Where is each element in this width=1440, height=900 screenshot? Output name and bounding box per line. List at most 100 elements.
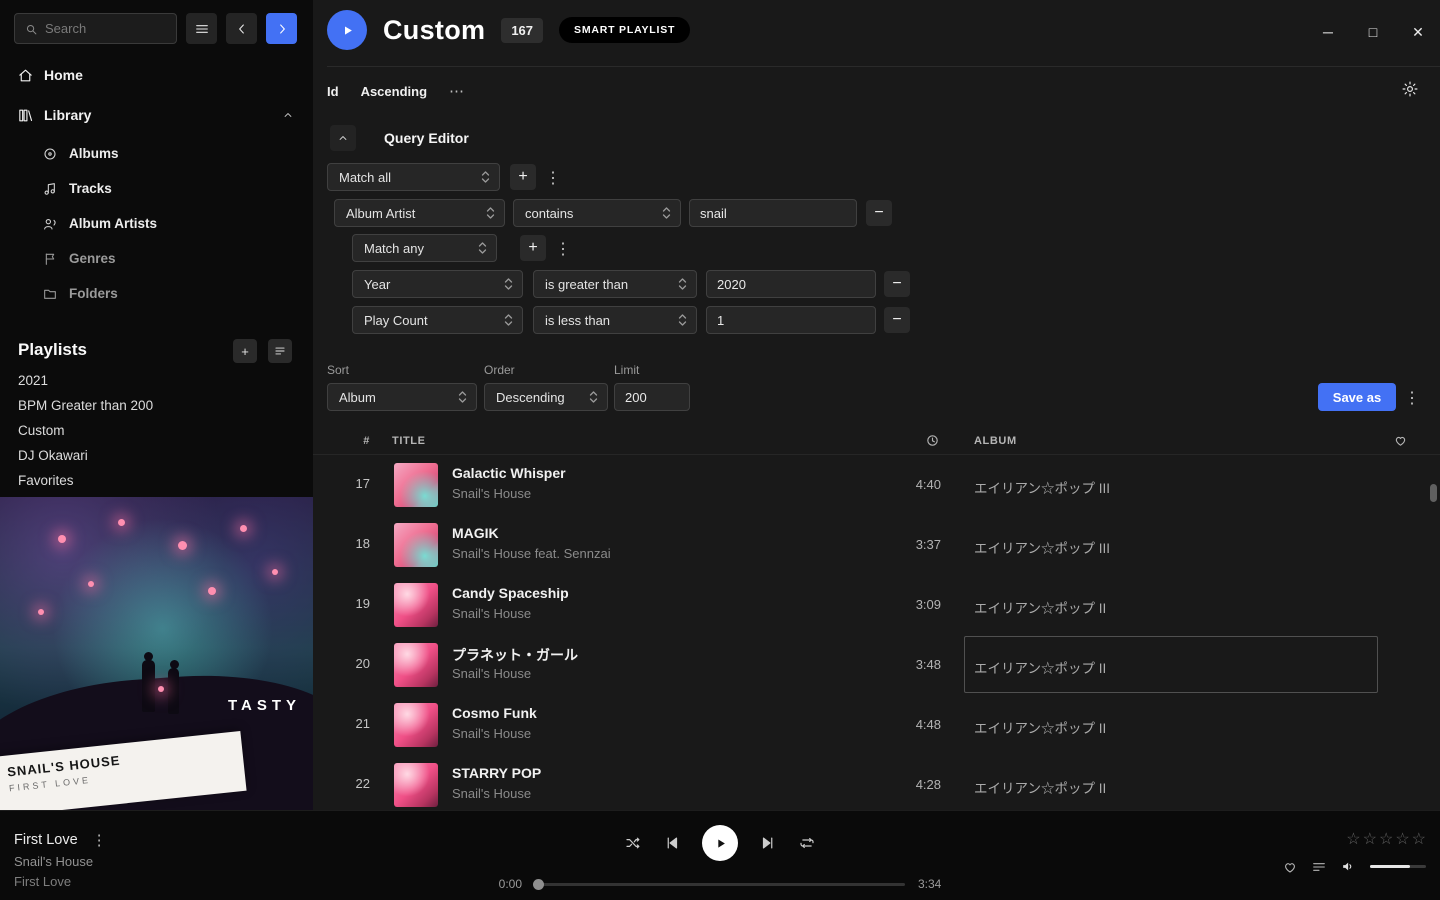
- track-album[interactable]: エイリアン☆ポップ III: [974, 537, 1110, 557]
- group-options-icon[interactable]: ⋮: [555, 239, 571, 259]
- volume-slider[interactable]: [1370, 865, 1426, 868]
- track-artist[interactable]: Snail's House: [452, 726, 531, 741]
- table-row[interactable]: 18 MAGIK Snail's House feat. Sennzai 3:3…: [313, 515, 1440, 575]
- track-album[interactable]: エイリアン☆ポップ III: [974, 477, 1110, 497]
- shuffle-button[interactable]: [624, 834, 642, 852]
- now-playing-title[interactable]: First Love: [14, 832, 78, 848]
- rule-operator-select[interactable]: is greater than: [533, 270, 697, 298]
- save-as-button[interactable]: Save as: [1318, 383, 1396, 411]
- minimize-button[interactable]: ─: [1314, 18, 1342, 46]
- track-album[interactable]: エイリアン☆ポップ II: [974, 777, 1106, 797]
- match-all-select[interactable]: Match all: [327, 163, 500, 191]
- track-artist[interactable]: Snail's House feat. Sennzai: [452, 546, 611, 561]
- sort-select[interactable]: Album: [327, 383, 477, 411]
- next-button[interactable]: [759, 834, 777, 852]
- table-row[interactable]: 19 Candy Spaceship Snail's House 3:09 エイ…: [313, 575, 1440, 635]
- seek-bar[interactable]: [535, 883, 905, 886]
- track-artist[interactable]: Snail's House: [452, 486, 531, 501]
- rule-value-input[interactable]: [706, 270, 876, 298]
- track-album[interactable]: エイリアン☆ポップ II: [974, 597, 1106, 617]
- table-row[interactable]: 21 Cosmo Funk Snail's House 4:48 エイリアン☆ポ…: [313, 695, 1440, 755]
- search-input[interactable]: [15, 14, 176, 43]
- settings-gear-icon[interactable]: [1401, 80, 1419, 98]
- seek-handle[interactable]: [533, 879, 544, 890]
- track-title[interactable]: プラネット・ガール: [452, 645, 578, 665]
- track-album[interactable]: エイリアン☆ポップ II: [974, 657, 1106, 677]
- sort-field-button[interactable]: Id: [327, 84, 339, 99]
- forward-button[interactable]: [266, 13, 297, 44]
- remove-rule-button[interactable]: −: [884, 307, 910, 333]
- track-artist[interactable]: Snail's House: [452, 606, 531, 621]
- play-playlist-button[interactable]: [327, 10, 367, 50]
- title-column-header[interactable]: TITLE: [392, 435, 426, 447]
- group-options-icon[interactable]: ⋮: [545, 168, 561, 188]
- limit-input[interactable]: [614, 383, 690, 411]
- rule-operator-select[interactable]: contains: [513, 199, 681, 227]
- add-playlist-button[interactable]: +: [233, 339, 257, 363]
- play-pause-button[interactable]: [702, 825, 738, 861]
- table-row[interactable]: 20 プラネット・ガール Snail's House 3:48 エイリアン☆ポッ…: [313, 635, 1440, 695]
- track-title[interactable]: Cosmo Funk: [452, 705, 537, 721]
- menu-button[interactable]: [186, 13, 217, 44]
- star-icon[interactable]: ☆: [1412, 829, 1426, 849]
- track-title[interactable]: Candy Spaceship: [452, 585, 569, 601]
- track-title[interactable]: Galactic Whisper: [452, 465, 566, 481]
- rule-field-select[interactable]: Play Count: [352, 306, 523, 334]
- add-rule-button[interactable]: +: [520, 235, 546, 261]
- track-artist[interactable]: Snail's House: [452, 786, 531, 801]
- sidebar-item-folders[interactable]: Folders: [0, 276, 313, 311]
- previous-button[interactable]: [663, 834, 681, 852]
- playlist-item[interactable]: 2021: [0, 368, 313, 393]
- rule-value-input[interactable]: [689, 199, 857, 227]
- index-column-header[interactable]: #: [313, 435, 370, 447]
- playlist-item[interactable]: Favorites: [0, 468, 313, 493]
- star-icon[interactable]: ☆: [1363, 829, 1377, 849]
- back-button[interactable]: [226, 13, 257, 44]
- track-artist[interactable]: Snail's House: [452, 666, 531, 681]
- favorite-column-icon[interactable]: [1393, 433, 1408, 448]
- sort-direction-button[interactable]: Ascending: [361, 84, 427, 99]
- star-icon[interactable]: ☆: [1395, 829, 1409, 849]
- sidebar-item-library[interactable]: Library: [0, 100, 313, 130]
- more-options-icon[interactable]: ⋯: [449, 82, 464, 100]
- duration-column-icon[interactable]: [925, 433, 940, 448]
- scrollbar-thumb[interactable]: [1430, 484, 1437, 502]
- remove-rule-button[interactable]: −: [866, 200, 892, 226]
- table-row[interactable]: 22 STARRY POP Snail's House 4:28 エイリアン☆ポ…: [313, 755, 1440, 810]
- repeat-button[interactable]: [798, 834, 816, 852]
- playlist-item[interactable]: DJ Okawari: [0, 443, 313, 468]
- match-any-select[interactable]: Match any: [352, 234, 497, 262]
- maximize-button[interactable]: □: [1359, 18, 1387, 46]
- sidebar-item-home[interactable]: Home: [0, 60, 313, 90]
- order-select[interactable]: Descending: [484, 383, 608, 411]
- rule-field-select[interactable]: Year: [352, 270, 523, 298]
- add-rule-button[interactable]: +: [510, 164, 536, 190]
- track-title[interactable]: STARRY POP: [452, 765, 541, 781]
- now-playing-artist[interactable]: Snail's House: [14, 854, 93, 869]
- playlist-item[interactable]: Custom: [0, 418, 313, 443]
- save-options-icon[interactable]: ⋮: [1404, 388, 1420, 408]
- table-row[interactable]: 17 Galactic Whisper Snail's House 4:40 エ…: [313, 455, 1440, 515]
- now-playing-options-icon[interactable]: ⋮: [92, 831, 107, 849]
- now-playing-album[interactable]: First Love: [14, 874, 71, 889]
- chevron-up-icon[interactable]: [281, 108, 295, 122]
- star-icon[interactable]: ☆: [1346, 829, 1360, 849]
- sidebar-item-album-artists[interactable]: Album Artists: [0, 206, 313, 241]
- sidebar-item-albums[interactable]: Albums: [0, 136, 313, 171]
- star-icon[interactable]: ☆: [1379, 829, 1393, 849]
- track-title[interactable]: MAGIK: [452, 525, 499, 541]
- track-album[interactable]: エイリアン☆ポップ II: [974, 717, 1106, 737]
- playlist-options-button[interactable]: [268, 339, 292, 363]
- sidebar-item-genres[interactable]: Genres: [0, 241, 313, 276]
- collapse-query-editor-button[interactable]: [330, 125, 356, 151]
- album-column-header[interactable]: ALBUM: [974, 435, 1017, 447]
- rule-operator-select[interactable]: is less than: [533, 306, 697, 334]
- volume-icon[interactable]: [1340, 858, 1357, 875]
- remove-rule-button[interactable]: −: [884, 271, 910, 297]
- rule-field-select[interactable]: Album Artist: [334, 199, 505, 227]
- playlist-item[interactable]: BPM Greater than 200: [0, 393, 313, 418]
- sidebar-item-tracks[interactable]: Tracks: [0, 171, 313, 206]
- queue-icon[interactable]: [1311, 859, 1327, 875]
- favorite-heart-icon[interactable]: [1282, 859, 1298, 875]
- rule-value-input[interactable]: [706, 306, 876, 334]
